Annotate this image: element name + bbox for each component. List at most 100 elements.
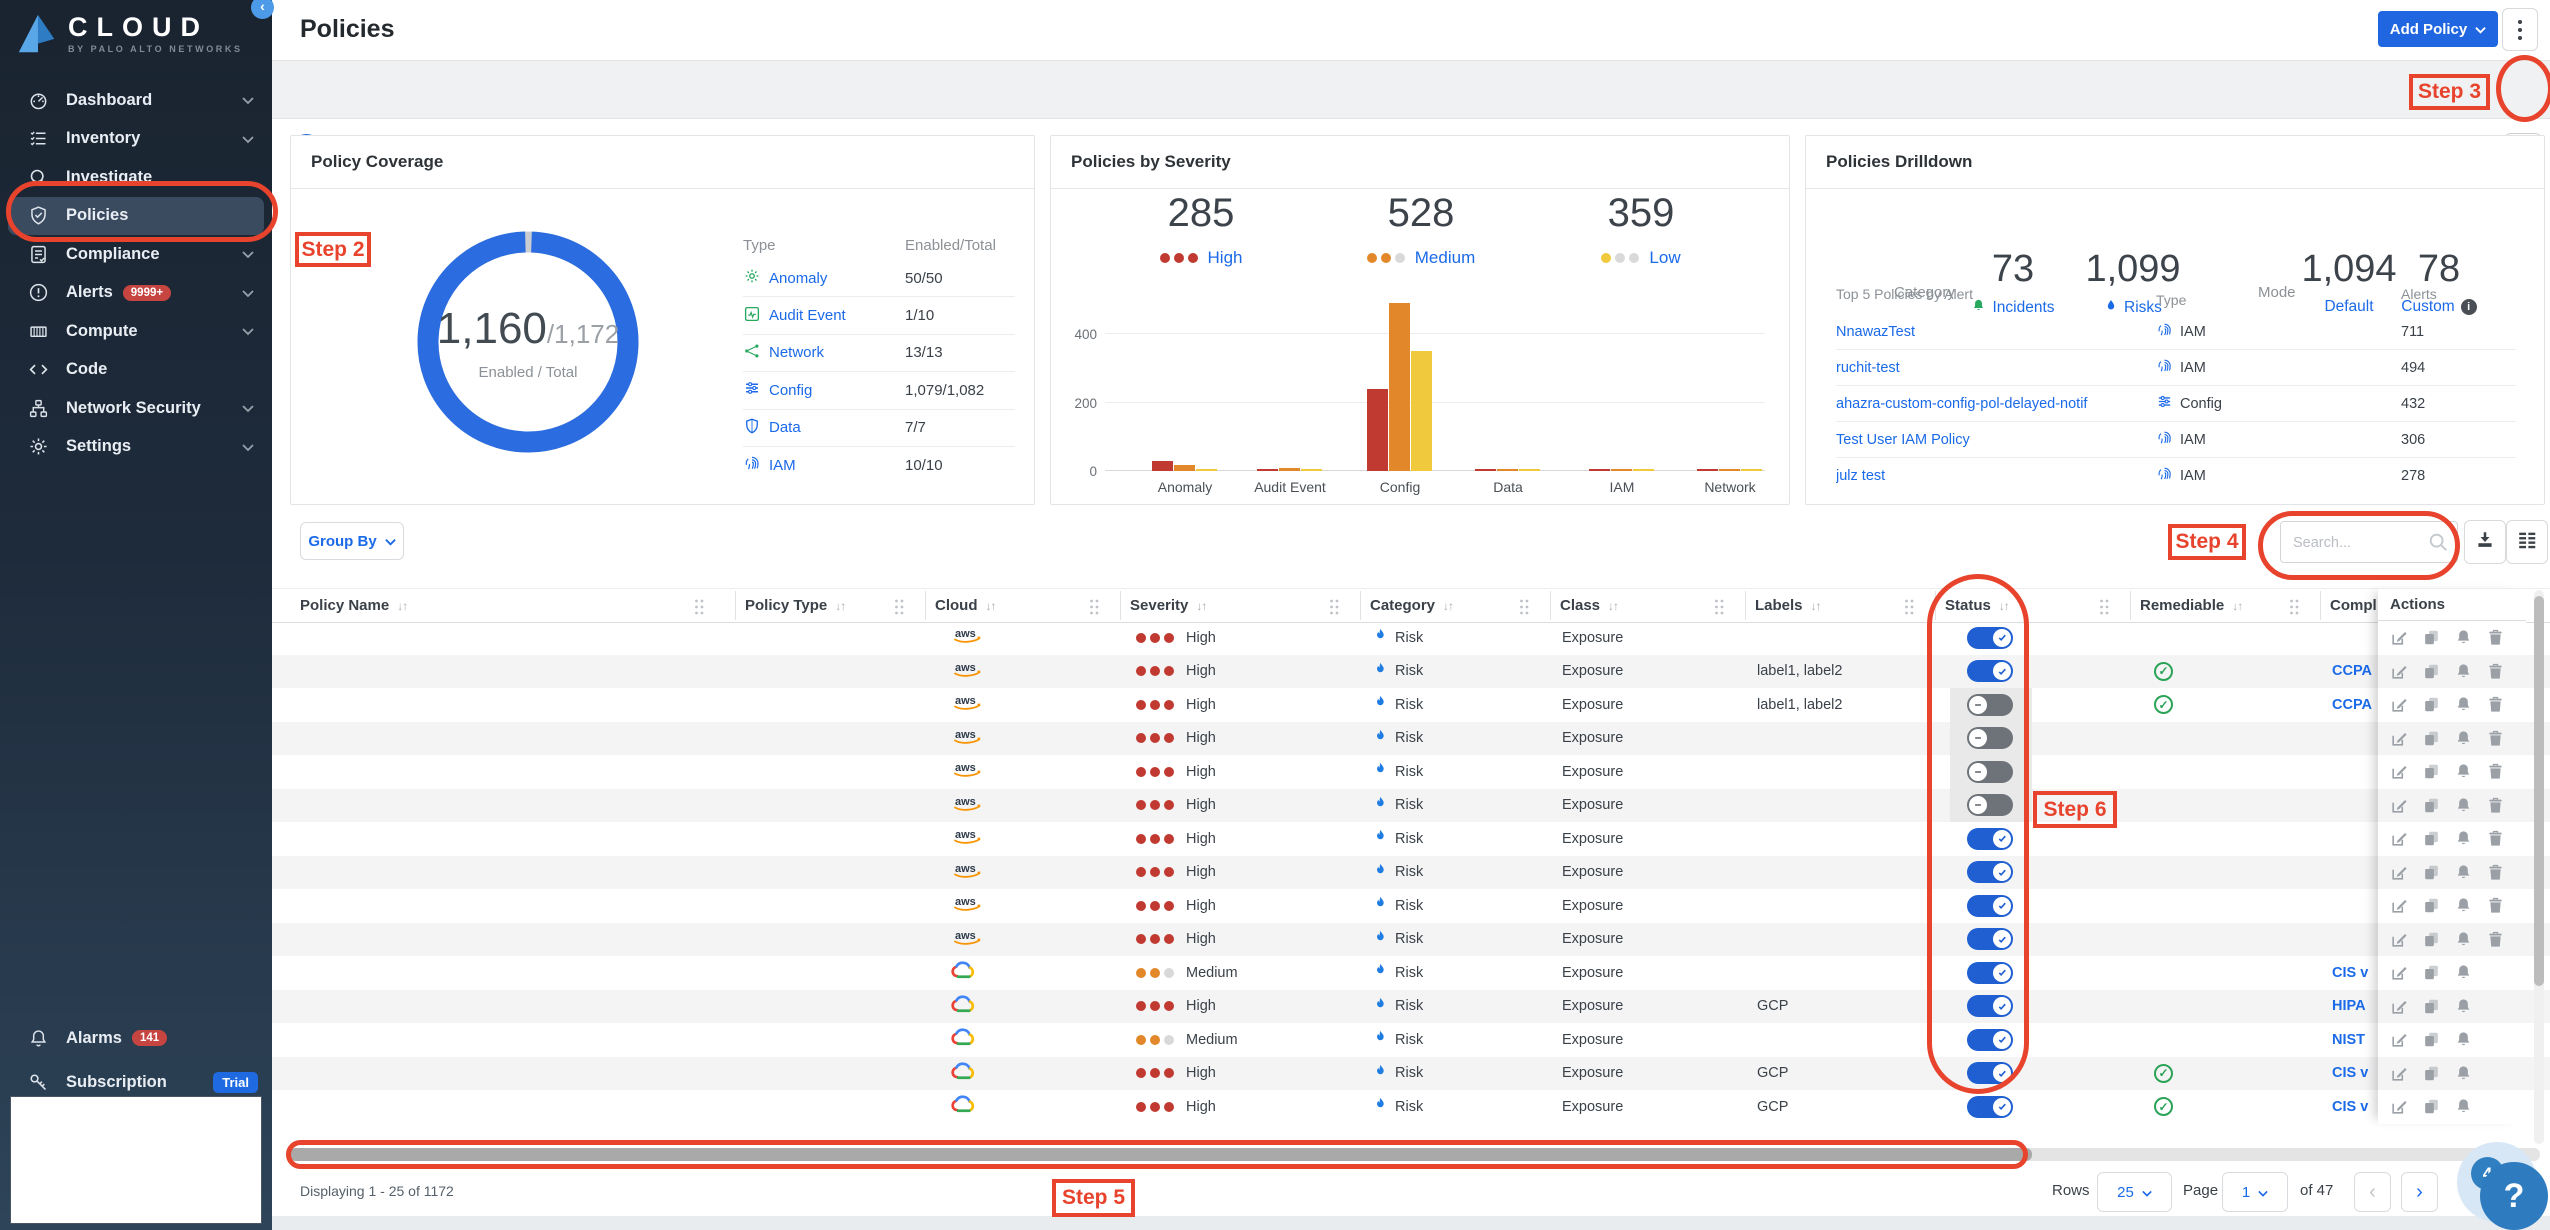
- drag-handle-icon[interactable]: [892, 597, 906, 621]
- column-header-severity[interactable]: Severity ↓↑: [1130, 589, 1355, 622]
- table-row[interactable]: aws High Risk Exposure: [272, 755, 2550, 789]
- alert-action-button[interactable]: [2454, 628, 2473, 647]
- sort-icon[interactable]: ↓↑: [986, 599, 996, 613]
- edit-action-button[interactable]: [2390, 896, 2409, 915]
- drag-handle-icon[interactable]: [1902, 597, 1916, 621]
- alert-action-button[interactable]: [2454, 963, 2473, 982]
- status-toggle[interactable]: [1967, 727, 2013, 750]
- table-row[interactable]: aws High Risk Exposure: [272, 621, 2550, 655]
- edit-action-button[interactable]: [2390, 1064, 2409, 1083]
- clone-action-button[interactable]: [2422, 729, 2441, 748]
- sidebar-item-inventory[interactable]: Inventory: [0, 120, 272, 159]
- delete-action-button[interactable]: [2486, 896, 2505, 915]
- horizontal-scrollbar-thumb[interactable]: [290, 1148, 2032, 1161]
- status-toggle[interactable]: [1967, 928, 2013, 951]
- sort-icon[interactable]: ↓↑: [1811, 599, 1821, 613]
- cell-compliance[interactable]: CCPA: [2332, 688, 2378, 722]
- edit-action-button[interactable]: [2390, 662, 2409, 681]
- clone-action-button[interactable]: [2422, 963, 2441, 982]
- drag-handle-icon[interactable]: [1327, 597, 1341, 621]
- alert-action-button[interactable]: [2454, 829, 2473, 848]
- table-row[interactable]: aws High Risk Exposure: [272, 889, 2550, 923]
- drag-handle-icon[interactable]: [692, 597, 706, 621]
- sort-icon[interactable]: ↓↑: [835, 599, 845, 613]
- severity-stat-link[interactable]: High: [1208, 248, 1243, 268]
- sort-icon[interactable]: ↓↑: [1608, 599, 1618, 613]
- status-toggle[interactable]: [1967, 961, 2013, 984]
- column-header-compliance[interactable]: Compliance: [2330, 589, 2376, 622]
- add-policy-button[interactable]: Add Policy: [2378, 11, 2498, 47]
- cell-compliance[interactable]: [2332, 856, 2378, 890]
- edit-action-button[interactable]: [2390, 863, 2409, 882]
- drag-handle-icon[interactable]: [2287, 597, 2301, 621]
- column-settings-button[interactable]: [2506, 520, 2548, 564]
- cell-compliance[interactable]: HIPA: [2332, 990, 2378, 1024]
- top5-policy-link[interactable]: Test User IAM Policy: [1836, 432, 2156, 448]
- table-row[interactable]: aws High Risk Exposure: [272, 922, 2550, 957]
- edit-action-button[interactable]: [2390, 829, 2409, 848]
- rows-per-page-select[interactable]: 25: [2097, 1172, 2172, 1212]
- top5-policy-link[interactable]: julz test: [1836, 468, 2156, 484]
- status-toggle[interactable]: [1967, 760, 2013, 783]
- edit-action-button[interactable]: [2390, 1030, 2409, 1049]
- top5-policy-link[interactable]: NnawazTest: [1836, 324, 2156, 340]
- cell-compliance[interactable]: NIST: [2332, 1023, 2378, 1057]
- column-header-cloud[interactable]: Cloud ↓↑: [935, 589, 1115, 622]
- search-input[interactable]: [2291, 523, 2425, 563]
- table-row[interactable]: aws High Risk Exposure: [272, 721, 2550, 755]
- table-row[interactable]: aws High Risk Exposure: [272, 788, 2550, 823]
- alert-action-button[interactable]: [2454, 863, 2473, 882]
- clone-action-button[interactable]: [2422, 930, 2441, 949]
- edit-action-button[interactable]: [2390, 1097, 2409, 1116]
- alert-action-button[interactable]: [2454, 1030, 2473, 1049]
- cell-compliance[interactable]: [2332, 889, 2378, 923]
- sidebar-item-compliance[interactable]: Compliance: [0, 235, 272, 274]
- table-row[interactable]: aws High Risk Exposure: [272, 855, 2550, 890]
- edit-action-button[interactable]: [2390, 729, 2409, 748]
- column-header-remediable[interactable]: Remediable ↓↑: [2140, 589, 2315, 622]
- sidebar-item-investigate[interactable]: Investigate: [0, 158, 272, 197]
- status-toggle[interactable]: [1967, 1028, 2013, 1051]
- cell-compliance[interactable]: CIS v: [2332, 1057, 2378, 1091]
- sidebar-item-compute[interactable]: Compute: [0, 312, 272, 351]
- cell-compliance[interactable]: [2332, 789, 2378, 823]
- drag-handle-icon[interactable]: [1087, 597, 1101, 621]
- cell-compliance[interactable]: CIS v: [2332, 956, 2378, 990]
- table-row[interactable]: High Risk Exposure GCP ✓ CIS v: [272, 1090, 2550, 1124]
- column-header-labels[interactable]: Labels ↓↑: [1755, 589, 1930, 622]
- cell-compliance[interactable]: [2332, 923, 2378, 957]
- download-button[interactable]: [2464, 520, 2506, 564]
- table-row[interactable]: Medium Risk Exposure NIST: [272, 1023, 2550, 1057]
- status-toggle[interactable]: [1967, 626, 2013, 649]
- clone-action-button[interactable]: [2422, 628, 2441, 647]
- alert-action-button[interactable]: [2454, 930, 2473, 949]
- alert-action-button[interactable]: [2454, 1064, 2473, 1083]
- coverage-type-link[interactable]: Data: [743, 417, 905, 439]
- cell-compliance[interactable]: CCPA: [2332, 655, 2378, 689]
- delete-action-button[interactable]: [2486, 863, 2505, 882]
- edit-action-button[interactable]: [2390, 930, 2409, 949]
- drag-handle-icon[interactable]: [2097, 597, 2111, 621]
- table-row[interactable]: High Risk Exposure GCP HIPA: [272, 989, 2550, 1024]
- coverage-type-link[interactable]: Audit Event: [743, 305, 905, 327]
- alert-action-button[interactable]: [2454, 997, 2473, 1016]
- page-select[interactable]: 1: [2222, 1172, 2288, 1212]
- column-header-class[interactable]: Class ↓↑: [1560, 589, 1740, 622]
- status-toggle[interactable]: [1967, 1062, 2013, 1085]
- status-toggle[interactable]: [1967, 693, 2013, 716]
- alert-action-button[interactable]: [2454, 796, 2473, 815]
- alert-action-button[interactable]: [2454, 695, 2473, 714]
- sidebar-item-dashboard[interactable]: Dashboard: [0, 81, 272, 120]
- edit-action-button[interactable]: [2390, 628, 2409, 647]
- clone-action-button[interactable]: [2422, 662, 2441, 681]
- sort-icon[interactable]: ↓↑: [1443, 599, 1453, 613]
- sidebar-item-code[interactable]: Code: [0, 351, 272, 390]
- column-header-status[interactable]: Status ↓↑: [1945, 589, 2125, 622]
- status-toggle[interactable]: [1967, 861, 2013, 884]
- table-row[interactable]: aws High Risk Exposure label1, label2 ✓ CCPA: [272, 654, 2550, 689]
- status-toggle[interactable]: [1967, 660, 2013, 683]
- edit-action-button[interactable]: [2390, 997, 2409, 1016]
- status-toggle[interactable]: [1967, 1095, 2013, 1118]
- delete-action-button[interactable]: [2486, 762, 2505, 781]
- vertical-scrollbar-thumb[interactable]: [2534, 596, 2544, 986]
